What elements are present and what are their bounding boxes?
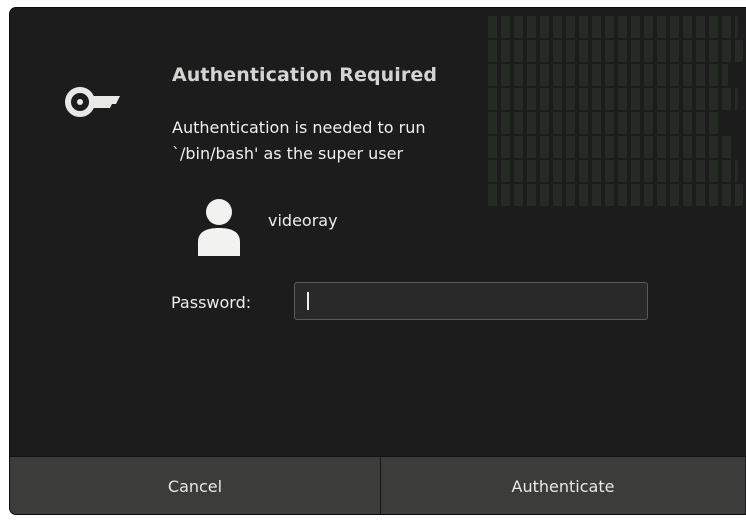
password-input[interactable] [294,282,648,320]
dialog-footer: Cancel Authenticate [10,456,746,514]
text-caret [307,292,309,310]
dialog-title: Authentication Required [172,64,438,86]
cancel-button[interactable]: Cancel [10,457,381,514]
authentication-dialog: Authentication Required Authentication i… [10,8,746,514]
avatar-icon [198,199,240,256]
authenticate-button[interactable]: Authenticate [381,457,745,514]
background-terminal-text [488,16,746,226]
dialog-message: Authentication is needed to run `/bin/ba… [172,118,426,163]
password-label: Password: [171,293,252,312]
username-label: videoray [268,211,338,230]
key-icon [65,87,120,117]
